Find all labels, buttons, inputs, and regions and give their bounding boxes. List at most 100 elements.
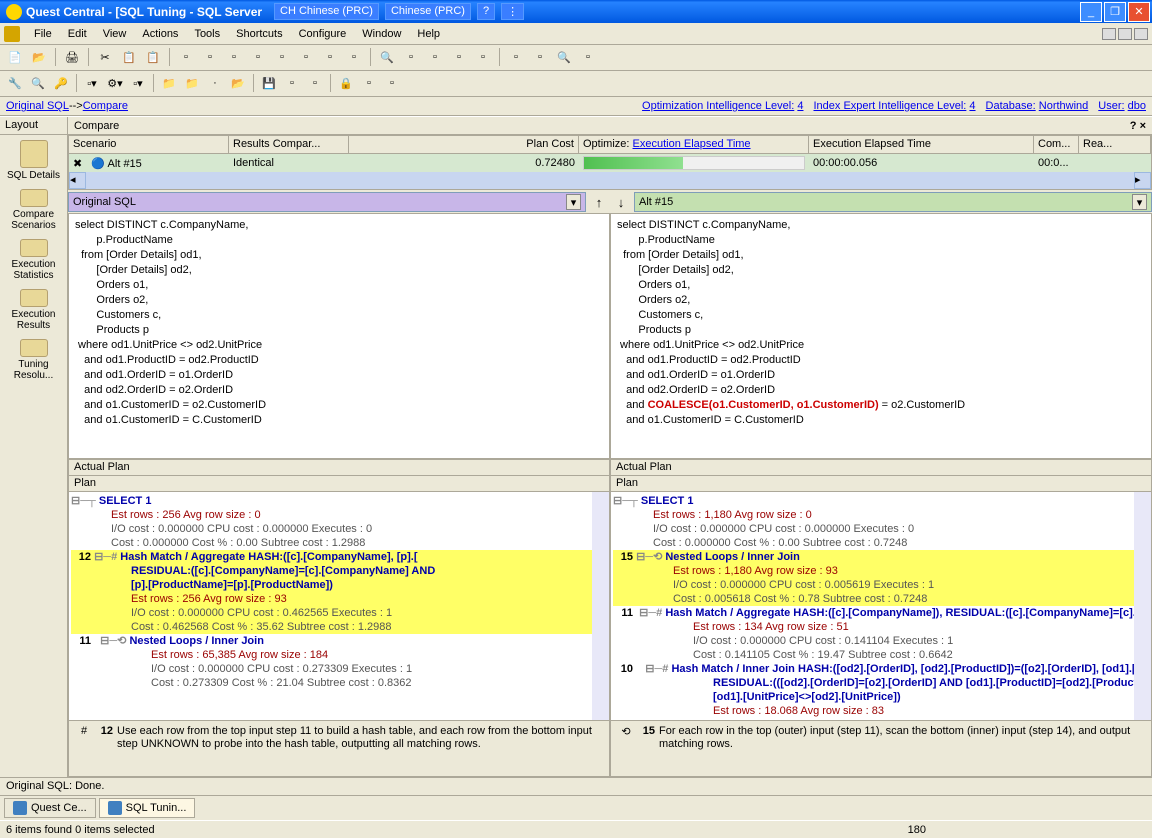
ime-lang-1[interactable]: CH Chinese (PRC) bbox=[274, 3, 379, 20]
tool-btn-16[interactable]: 🔍 bbox=[553, 46, 575, 68]
mdi-restore-button[interactable] bbox=[1118, 28, 1132, 40]
down-arrow-button[interactable]: ↓ bbox=[612, 193, 630, 211]
side-tuning-resolution[interactable]: Tuning Resolu... bbox=[0, 335, 67, 385]
tool-btn-17[interactable]: ▫ bbox=[577, 46, 599, 68]
sub-btn-5[interactable]: ⚙▾ bbox=[104, 72, 126, 94]
tool-btn-10[interactable]: ▫ bbox=[400, 46, 422, 68]
menu-shortcuts[interactable]: Shortcuts bbox=[228, 26, 290, 42]
up-arrow-button[interactable]: ↑ bbox=[590, 193, 608, 211]
scenario-row[interactable]: ✖ 🔵 Alt #15 Identical 0.72480 00:00:00.0… bbox=[69, 154, 1151, 172]
title-bar: Quest Central - [SQL Tuning - SQL Server… bbox=[0, 0, 1152, 23]
status-bar: Original SQL: Done. bbox=[0, 777, 1152, 795]
sql-details-icon bbox=[20, 140, 48, 168]
maximize-button[interactable]: ❐ bbox=[1104, 2, 1126, 22]
sub-btn-6[interactable]: ▫▾ bbox=[127, 72, 149, 94]
help-icon[interactable]: ? × bbox=[1130, 120, 1146, 132]
compare-scenarios-icon bbox=[20, 189, 48, 207]
sub-btn-2[interactable]: 🔍 bbox=[27, 72, 49, 94]
side-compare-scenarios[interactable]: Compare Scenarios bbox=[0, 185, 67, 235]
tool-btn-8[interactable]: ▫ bbox=[343, 46, 365, 68]
menu-actions[interactable]: Actions bbox=[134, 26, 186, 42]
left-sql-dropdown[interactable]: Original SQL ▾ bbox=[68, 192, 586, 212]
hscroll-left-icon[interactable]: ◂ bbox=[69, 172, 86, 189]
tool-btn-3[interactable]: ▫ bbox=[223, 46, 245, 68]
mdi-minimize-button[interactable] bbox=[1102, 28, 1116, 40]
open-button[interactable]: 📂 bbox=[28, 46, 50, 68]
right-sql-dropdown[interactable]: Alt #15 ▾ bbox=[634, 192, 1152, 212]
tool-btn-1[interactable]: ▫ bbox=[175, 46, 197, 68]
tool-btn-6[interactable]: ▫ bbox=[295, 46, 317, 68]
sub-btn-4[interactable]: ▫▾ bbox=[81, 72, 103, 94]
col-scenario[interactable]: Scenario bbox=[69, 136, 229, 153]
side-exec-stats[interactable]: Execution Statistics bbox=[0, 235, 67, 285]
menu-view[interactable]: View bbox=[95, 26, 135, 42]
close-button[interactable]: ✕ bbox=[1128, 2, 1150, 22]
side-sql-details[interactable]: SQL Details bbox=[0, 135, 67, 185]
sub-btn-10[interactable]: ▫ bbox=[281, 72, 303, 94]
task-sql-tuning[interactable]: SQL Tunin... bbox=[99, 798, 196, 818]
breadcrumb-root[interactable]: Original SQL bbox=[6, 100, 69, 112]
sub-btn-11[interactable]: ▫ bbox=[304, 72, 326, 94]
tool-btn-4[interactable]: ▫ bbox=[247, 46, 269, 68]
tool-btn-2[interactable]: ▫ bbox=[199, 46, 221, 68]
col-exectime[interactable]: Execution Elapsed Time bbox=[809, 136, 1034, 153]
sql-left-pane[interactable]: select DISTINCT c.CompanyName, p.Product… bbox=[68, 213, 610, 459]
breadcrumb-current[interactable]: Compare bbox=[83, 100, 128, 112]
dropdown-arrow-icon[interactable]: ▾ bbox=[566, 194, 581, 210]
lock-icon[interactable]: 🔒 bbox=[335, 72, 357, 94]
menu-file[interactable]: File bbox=[26, 26, 60, 42]
dropdown-arrow-icon[interactable]: ▾ bbox=[1132, 194, 1147, 210]
col-rea[interactable]: Rea... bbox=[1079, 136, 1151, 153]
col-com[interactable]: Com... bbox=[1034, 136, 1079, 153]
tool-btn-15[interactable]: ▫ bbox=[529, 46, 551, 68]
plan-right-body[interactable]: ⊟─┬ SELECT 1 Est rows : 1,180 Avg row si… bbox=[611, 492, 1151, 720]
compare-tab: Compare bbox=[74, 120, 119, 132]
user-info: User: dbo bbox=[1098, 100, 1146, 112]
side-exec-results[interactable]: Execution Results bbox=[0, 285, 67, 335]
cut-button[interactable]: ✂ bbox=[94, 46, 116, 68]
tool-btn-14[interactable]: ▫ bbox=[505, 46, 527, 68]
grid-hscroll[interactable]: ◂ ▸ bbox=[69, 172, 1151, 189]
col-optimize[interactable]: Optimize: Execution Elapsed Time bbox=[579, 136, 809, 153]
print-button[interactable]: 🖨 bbox=[61, 46, 83, 68]
sub-btn-12[interactable]: ▫ bbox=[358, 72, 380, 94]
optimize-link[interactable]: Execution Elapsed Time bbox=[633, 138, 751, 150]
tool-btn-5[interactable]: ▫ bbox=[271, 46, 293, 68]
plan-vscroll[interactable] bbox=[1134, 492, 1151, 720]
menu-window[interactable]: Window bbox=[354, 26, 409, 42]
mdi-close-button[interactable] bbox=[1134, 28, 1148, 40]
plan-left-body[interactable]: ⊟─┬ SELECT 1 Est rows : 256 Avg row size… bbox=[69, 492, 609, 720]
col-plancost[interactable]: Plan Cost bbox=[349, 136, 579, 153]
menu-tools[interactable]: Tools bbox=[186, 26, 228, 42]
new-button[interactable]: 📄 bbox=[4, 46, 26, 68]
menu-configure[interactable]: Configure bbox=[291, 26, 355, 42]
paste-button[interactable]: 📋 bbox=[142, 46, 164, 68]
sub-btn-8[interactable]: 📁 bbox=[181, 72, 203, 94]
sub-btn-9[interactable]: 📂 bbox=[227, 72, 249, 94]
tool-btn-12[interactable]: ▫ bbox=[448, 46, 470, 68]
save-button[interactable]: 💾 bbox=[258, 72, 280, 94]
tool-btn-13[interactable]: ▫ bbox=[472, 46, 494, 68]
plan-vscroll[interactable] bbox=[592, 492, 609, 720]
ime-options-icon[interactable]: ⋮ bbox=[501, 3, 524, 20]
sub-btn-1[interactable]: 🔧 bbox=[4, 72, 26, 94]
sub-btn-7[interactable]: 📁 bbox=[158, 72, 180, 94]
menu-edit[interactable]: Edit bbox=[60, 26, 95, 42]
task-quest-central[interactable]: Quest Ce... bbox=[4, 798, 96, 818]
col-results[interactable]: Results Compar... bbox=[229, 136, 349, 153]
sub-btn-3[interactable]: 🔑 bbox=[50, 72, 72, 94]
items-found: 6 items found 0 items selected bbox=[6, 824, 155, 836]
minimize-button[interactable]: _ bbox=[1080, 2, 1102, 22]
tool-btn-9[interactable]: 🔍 bbox=[376, 46, 398, 68]
hscroll-right-icon[interactable]: ▸ bbox=[1134, 172, 1151, 189]
plan-col-header[interactable]: Plan bbox=[611, 476, 1151, 492]
plan-col-header[interactable]: Plan bbox=[69, 476, 609, 492]
sub-btn-13[interactable]: ▫ bbox=[381, 72, 403, 94]
ime-help-icon[interactable]: ? bbox=[477, 3, 495, 20]
copy-button[interactable]: 📋 bbox=[118, 46, 140, 68]
ime-lang-2[interactable]: Chinese (PRC) bbox=[385, 3, 471, 20]
tool-btn-7[interactable]: ▫ bbox=[319, 46, 341, 68]
tool-btn-11[interactable]: ▫ bbox=[424, 46, 446, 68]
sql-right-pane[interactable]: select DISTINCT c.CompanyName, p.Product… bbox=[610, 213, 1152, 459]
menu-help[interactable]: Help bbox=[409, 26, 448, 42]
